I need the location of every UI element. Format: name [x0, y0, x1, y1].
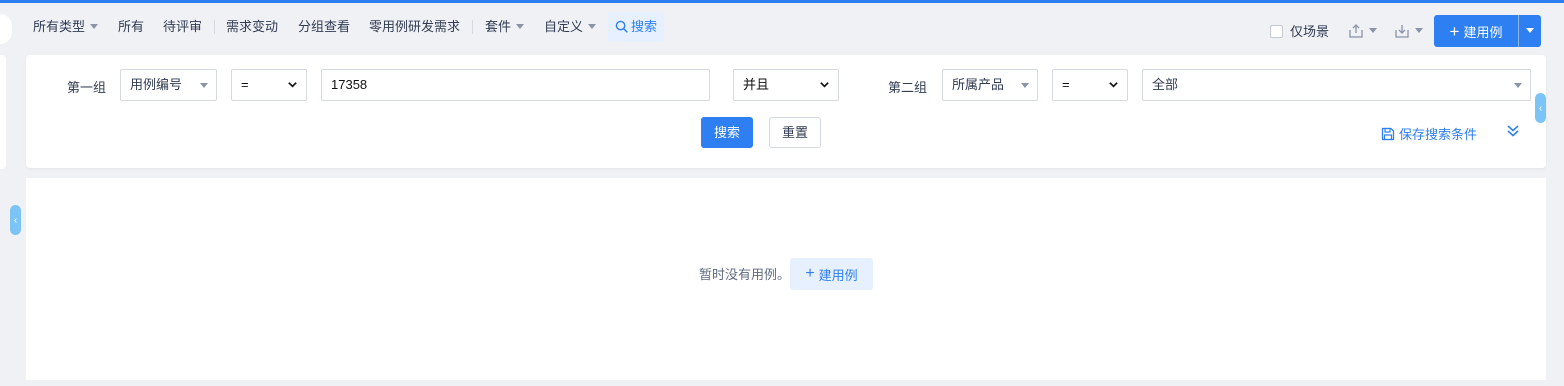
nav-zero-case-requirement[interactable]: 零用例研发需求 [369, 13, 460, 41]
group1-field-value: 用例编号 [130, 77, 183, 92]
left-panel-edge [0, 55, 6, 169]
caret-down-icon [1021, 83, 1029, 88]
export-icon [1349, 24, 1363, 38]
group1-operator-value: = [241, 77, 249, 92]
reset-button[interactable]: 重置 [769, 117, 821, 148]
left-sidebar-toggle[interactable]: ‹ [10, 205, 21, 235]
save-search-condition-link[interactable]: 保存搜索条件 [1381, 124, 1477, 143]
logic-operator-value: 并且 [743, 77, 770, 92]
nav-requirement-change[interactable]: 需求变动 [226, 13, 278, 41]
export-dropdown[interactable] [1348, 22, 1377, 40]
create-case-label: 建用例 [1463, 24, 1503, 40]
expand-search-toggle[interactable] [1506, 124, 1520, 141]
nav-search-label: 搜索 [631, 19, 658, 34]
scene-only-label[interactable]: 仅场景 [1290, 21, 1329, 40]
caret-down-icon [1415, 27, 1423, 33]
nav-custom-label: 自定义 [544, 19, 584, 34]
create-case-dropdown-toggle[interactable] [1519, 27, 1541, 34]
group2-field-value: 所属产品 [952, 77, 1005, 92]
import-icon [1395, 25, 1409, 38]
caret-down-icon [1514, 83, 1522, 88]
group2-operator-select[interactable]: = [1052, 69, 1128, 101]
search-button[interactable]: 搜索 [701, 117, 753, 148]
import-dropdown[interactable] [1394, 22, 1423, 40]
caret-down-icon [1526, 27, 1534, 33]
nav-custom-dropdown[interactable]: 自定义 [544, 13, 597, 41]
nav-group-view[interactable]: 分组查看 [298, 13, 350, 41]
caret-down-icon [1369, 27, 1377, 33]
nav-suite-label: 套件 [485, 19, 512, 34]
caret-down-icon [588, 24, 597, 30]
save-search-condition-label: 保存搜索条件 [1399, 127, 1478, 142]
empty-create-case-label: 建用例 [818, 267, 858, 283]
empty-state-message: 暂时没有用例。 [699, 267, 791, 282]
caret-down-icon [516, 24, 525, 30]
plus-icon: + [1449, 21, 1460, 41]
plus-icon: + [805, 265, 815, 282]
nav-search-tab[interactable]: 搜索 [608, 12, 664, 42]
chevron-left-icon: ‹ [13, 214, 18, 226]
search-icon [615, 20, 628, 33]
group2-operator-value: = [1062, 77, 1070, 92]
group2-label: 第二组 [888, 80, 928, 95]
create-case-button[interactable]: + 建用例 [1434, 15, 1518, 47]
logic-operator-select[interactable]: 并且 [733, 69, 839, 101]
chevron-left-icon: ‹ [1538, 102, 1543, 114]
group2-value-text: 全部 [1152, 77, 1179, 92]
chevron-down-icon [288, 82, 297, 88]
create-case-button-group: + 建用例 [1434, 15, 1541, 47]
group2-value-select[interactable]: 全部 [1142, 69, 1531, 101]
group2-field-select[interactable]: 所属产品 [942, 69, 1038, 101]
case-list-area: 暂时没有用例。 + 建用例 [26, 178, 1546, 380]
nav-divider [214, 20, 215, 34]
search-form-panel: 第一组 用例编号 = 17358 并且 第二组 所属产品 = 全部 搜索 重置 … [26, 55, 1546, 168]
chevron-down-icon [1109, 82, 1118, 88]
save-icon [1381, 127, 1395, 140]
top-navbar: 所有类型 所有 待评审 需求变动 分组查看 零用例研发需求 套件 自定义 搜索 … [0, 3, 1564, 49]
caret-down-icon [90, 24, 99, 30]
right-sidebar-toggle[interactable]: ‹ [1535, 93, 1546, 123]
scene-only-checkbox[interactable] [1270, 25, 1283, 38]
group1-value-input[interactable]: 17358 [321, 69, 710, 101]
nav-suite-dropdown[interactable]: 套件 [485, 13, 525, 41]
double-chevron-down-icon [1507, 125, 1519, 137]
group1-label: 第一组 [67, 80, 107, 95]
nav-all[interactable]: 所有 [118, 13, 144, 41]
caret-down-icon [200, 83, 208, 88]
empty-create-case-button[interactable]: + 建用例 [790, 258, 873, 290]
chevron-down-icon [820, 82, 829, 88]
nav-pending-review[interactable]: 待评审 [163, 13, 202, 41]
nav-all-types-label: 所有类型 [33, 19, 86, 34]
nav-all-types-dropdown[interactable]: 所有类型 [33, 13, 99, 41]
group1-field-select[interactable]: 用例编号 [120, 69, 217, 101]
group1-operator-select[interactable]: = [231, 69, 307, 101]
nav-divider [472, 20, 473, 34]
